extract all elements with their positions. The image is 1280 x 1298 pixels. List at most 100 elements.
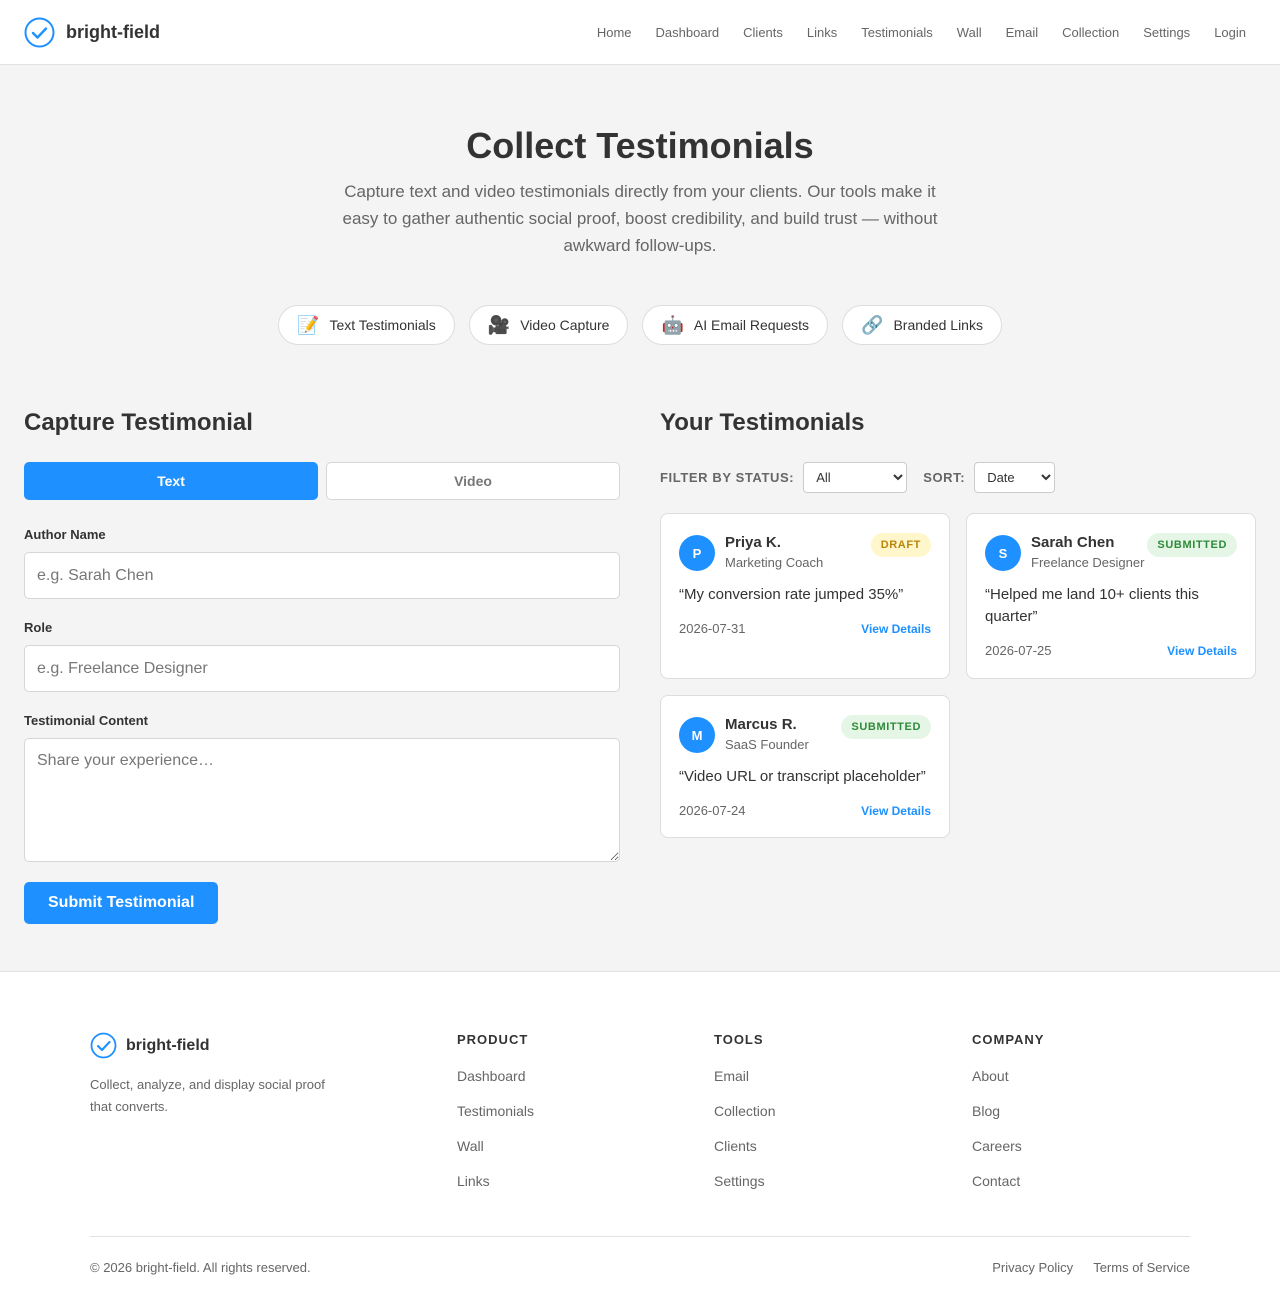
brand-name: bright-field	[66, 21, 160, 42]
author-name: Marcus R.	[725, 716, 797, 733]
feature-pill-label: Branded Links	[893, 317, 983, 333]
nav-link-wall[interactable]: Wall	[957, 25, 982, 40]
footer-column-heading: COMPANY	[972, 1032, 1045, 1047]
nav-link-home[interactable]: Home	[597, 25, 632, 40]
sort-select[interactable]: Date	[974, 462, 1056, 493]
testimonial-content-label: Testimonial Content	[24, 713, 148, 728]
avatar: P	[679, 535, 715, 571]
footer-link-testimonials[interactable]: Testimonials	[457, 1103, 534, 1119]
tab-text[interactable]: Text	[24, 462, 318, 500]
footer-link-about[interactable]: About	[972, 1068, 1044, 1084]
author-name: Sarah Chen	[1031, 534, 1115, 551]
submit-testimonial-button[interactable]: Submit Testimonial	[24, 882, 219, 924]
testimonial-quote: “Helped me land 10+ clients this quarter…	[985, 586, 1199, 625]
feature-pill-ai-email[interactable]: 🤖 AI Email Requests	[642, 305, 829, 345]
author-name-label: Author Name	[24, 527, 106, 542]
hero-section: Collect Testimonials Capture text and vi…	[0, 65, 1280, 345]
footer-link-collection[interactable]: Collection	[714, 1103, 775, 1119]
testimonial-card: S Sarah Chen Freelance Designer SUBMITTE…	[966, 513, 1256, 679]
footer-link-settings[interactable]: Settings	[714, 1173, 775, 1189]
footer-tagline: Collect, analyze, and display social pro…	[90, 1077, 325, 1114]
testimonial-card: P Priya K. Marketing Coach DRAFT “My con…	[660, 513, 950, 679]
footer-link-blog[interactable]: Blog	[972, 1103, 1044, 1119]
status-filter-select[interactable]: All	[803, 462, 908, 493]
robot-icon: 🤖	[661, 315, 684, 335]
testimonial-content-textarea[interactable]	[24, 738, 620, 862]
privacy-policy-link[interactable]: Privacy Policy	[992, 1260, 1073, 1275]
footer-link-dashboard[interactable]: Dashboard	[457, 1068, 534, 1084]
view-details-link[interactable]: View Details	[1167, 644, 1237, 658]
top-navbar: bright-field Home Dashboard Clients Link…	[0, 0, 1280, 65]
memo-icon: 📝	[297, 315, 320, 335]
feature-pill-text-testimonials[interactable]: 📝 Text Testimonials	[278, 305, 455, 345]
filter-status-label: FILTER BY STATUS:	[660, 470, 795, 485]
hero-description: Capture text and video testimonials dire…	[342, 182, 938, 255]
capture-form-section: Capture Testimonial Text Video Author Na…	[24, 408, 620, 924]
footer-link-clients[interactable]: Clients	[714, 1138, 775, 1154]
nav-link-dashboard[interactable]: Dashboard	[656, 25, 720, 40]
nav-link-collection[interactable]: Collection	[1062, 25, 1119, 40]
status-badge: DRAFT	[870, 533, 931, 557]
nav-link-clients[interactable]: Clients	[743, 25, 783, 40]
site-footer: bright-field Collect, analyze, and displ…	[0, 971, 1280, 1298]
brand-logo[interactable]: bright-field	[24, 17, 160, 48]
testimonials-title: Your Testimonials	[660, 409, 865, 436]
main-nav: Home Dashboard Clients Links Testimonial…	[597, 25, 1256, 40]
check-circle-icon	[24, 17, 55, 47]
footer-link-wall[interactable]: Wall	[457, 1138, 534, 1154]
nav-link-testimonials[interactable]: Testimonials	[861, 25, 933, 40]
status-badge: SUBMITTED	[1147, 533, 1237, 557]
footer-column-product: PRODUCT Dashboard Testimonials Wall Link…	[457, 1032, 534, 1189]
role-input[interactable]	[24, 645, 620, 692]
capture-type-tabs: Text Video	[24, 462, 620, 500]
testimonial-date: 2026-07-24	[679, 803, 746, 818]
link-icon: 🔗	[861, 315, 884, 335]
feature-pill-label: Text Testimonials	[329, 317, 436, 333]
author-name: Priya K.	[725, 534, 781, 551]
footer-divider	[90, 1236, 1190, 1237]
nav-link-settings[interactable]: Settings	[1143, 25, 1190, 40]
author-role: Marketing Coach	[725, 555, 824, 570]
footer-column-heading: PRODUCT	[457, 1032, 529, 1047]
view-details-link[interactable]: View Details	[861, 804, 931, 818]
footer-column-heading: TOOLS	[714, 1032, 764, 1047]
feature-pill-label: Video Capture	[520, 317, 610, 333]
legal-links: Privacy Policy Terms of Service	[992, 1260, 1190, 1275]
nav-link-login[interactable]: Login	[1214, 25, 1246, 40]
capture-title: Capture Testimonial	[24, 409, 253, 436]
tab-video[interactable]: Video	[326, 462, 620, 500]
nav-link-links[interactable]: Links	[807, 25, 837, 40]
video-camera-icon: 🎥	[487, 315, 511, 335]
footer-link-email[interactable]: Email	[714, 1068, 775, 1084]
footer-brand[interactable]: bright-field	[90, 1032, 210, 1059]
feature-pill-video-capture[interactable]: 🎥 Video Capture	[468, 305, 629, 345]
feature-pill-branded-links[interactable]: 🔗 Branded Links	[842, 305, 1002, 345]
testimonial-quote: “Video URL or transcript placeholder”	[679, 768, 926, 785]
nav-link-email[interactable]: Email	[1006, 25, 1039, 40]
feature-pill-label: AI Email Requests	[693, 317, 810, 333]
role-label: Role	[24, 620, 53, 635]
sort-label: SORT:	[923, 470, 966, 485]
testimonials-list-section: Your Testimonials FILTER BY STATUS: All …	[660, 408, 1256, 838]
author-role: SaaS Founder	[725, 737, 809, 752]
check-circle-icon	[90, 1032, 117, 1059]
footer-column-company: COMPANY About Blog Careers Contact	[972, 1032, 1044, 1189]
testimonial-date: 2026-07-31	[679, 621, 746, 636]
testimonial-quote: “My conversion rate jumped 35%”	[679, 586, 904, 603]
footer-link-careers[interactable]: Careers	[972, 1138, 1044, 1154]
footer-brand-name: bright-field	[126, 1036, 210, 1054]
testimonial-card: M Marcus R. SaaS Founder SUBMITTED “Vide…	[660, 695, 950, 838]
list-filters: FILTER BY STATUS: All SORT: Date	[660, 462, 1256, 493]
copyright-text: © 2026 bright-field. All rights reserved…	[90, 1260, 311, 1275]
status-badge: SUBMITTED	[841, 715, 931, 739]
feature-pills: 📝 Text Testimonials 🎥 Video Capture 🤖 AI…	[0, 305, 1280, 345]
view-details-link[interactable]: View Details	[861, 622, 931, 636]
avatar: M	[679, 717, 715, 753]
author-name-input[interactable]	[24, 552, 620, 599]
avatar: S	[985, 535, 1021, 571]
footer-link-links[interactable]: Links	[457, 1173, 534, 1189]
testimonial-date: 2026-07-25	[985, 643, 1052, 658]
footer-link-contact[interactable]: Contact	[972, 1173, 1044, 1189]
terms-of-service-link[interactable]: Terms of Service	[1093, 1260, 1190, 1275]
author-role: Freelance Designer	[1031, 555, 1145, 570]
